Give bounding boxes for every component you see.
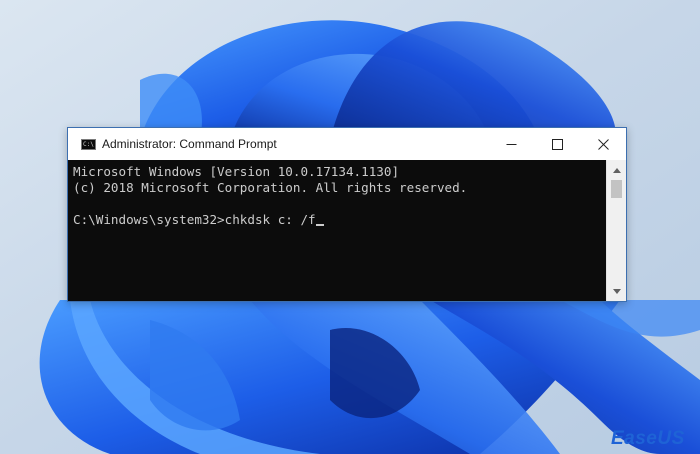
minimize-icon bbox=[506, 143, 516, 145]
text-cursor bbox=[315, 224, 324, 226]
caret-down-icon bbox=[612, 288, 621, 294]
easeus-logo: EaseUS bbox=[611, 428, 685, 450]
command-prompt-window[interactable]: C:\ Administrator: Command Prompt Micros… bbox=[67, 127, 627, 302]
close-icon bbox=[597, 138, 609, 150]
window-title: Administrator: Command Prompt bbox=[102, 137, 277, 151]
console-output[interactable]: Microsoft Windows [Version 10.0.17134.11… bbox=[68, 160, 606, 301]
scroll-up-button[interactable] bbox=[607, 162, 626, 178]
caret-up-icon bbox=[612, 167, 621, 173]
title-bar[interactable]: C:\ Administrator: Command Prompt bbox=[68, 128, 626, 160]
console-command: C:\Windows\system32>chkdsk c: /f bbox=[73, 212, 316, 227]
maximize-icon bbox=[551, 138, 563, 150]
cmd-icon: C:\ bbox=[81, 139, 96, 150]
scroll-thumb[interactable] bbox=[611, 180, 622, 198]
console-line: Microsoft Windows [Version 10.0.17134.11… bbox=[73, 164, 400, 179]
maximize-button[interactable] bbox=[534, 128, 580, 160]
close-button[interactable] bbox=[580, 128, 626, 160]
minimize-button[interactable] bbox=[488, 128, 534, 160]
console-line: (c) 2018 Microsoft Corporation. All righ… bbox=[73, 180, 468, 195]
logo-text: EaseUS bbox=[611, 428, 685, 449]
scroll-down-button[interactable] bbox=[607, 283, 626, 299]
console-prompt-line[interactable]: C:\Windows\system32>chkdsk c: /f bbox=[73, 212, 606, 228]
vertical-scrollbar[interactable] bbox=[606, 160, 626, 301]
